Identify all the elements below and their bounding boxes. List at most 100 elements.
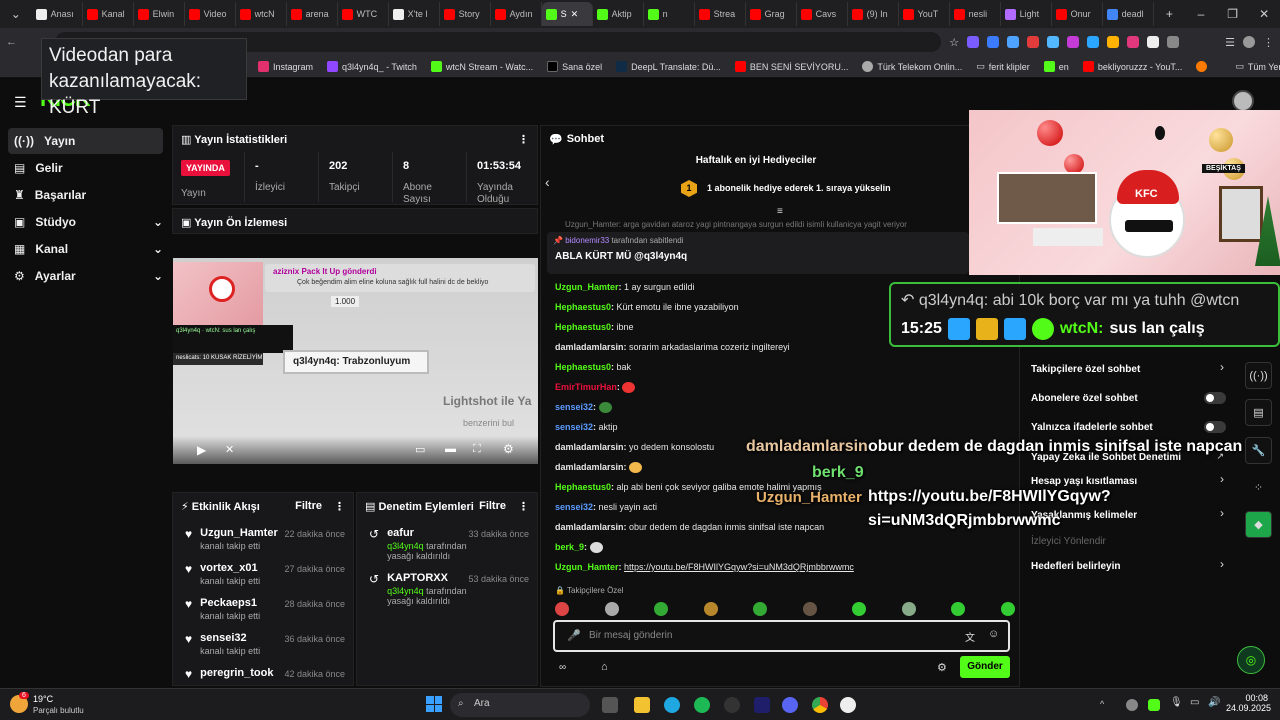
emote-icon[interactable]: [852, 602, 867, 616]
hamburger-menu-icon[interactable]: ☰: [14, 94, 27, 111]
browser-tab[interactable]: Onur: [1052, 2, 1103, 26]
browser-tab[interactable]: Cavs: [797, 2, 848, 26]
app-icon[interactable]: [724, 697, 740, 713]
emote-icon[interactable]: [654, 602, 669, 616]
chat-message[interactable]: berk_9:: [555, 542, 603, 554]
chat-username[interactable]: Hephaestus0: [555, 362, 611, 372]
pip-icon[interactable]: ▭: [415, 443, 425, 456]
close-window-button[interactable]: ✕: [1248, 0, 1280, 28]
chevron-left-icon[interactable]: ‹: [545, 174, 550, 190]
extension-icon[interactable]: [1027, 36, 1040, 48]
bookmark-folder[interactable]: ▭ ferit klipler: [976, 61, 1030, 72]
extension-icon[interactable]: [1127, 36, 1140, 48]
chat-username[interactable]: Hephaestus0: [555, 302, 611, 312]
pinned-message[interactable]: 📌 bidonemir33 tarafından sabitlendi ABLA…: [547, 232, 969, 274]
sidebar-item-yayin[interactable]: ((·)) Yayın: [8, 128, 163, 154]
moderation-user[interactable]: KAPTORXX: [387, 572, 467, 584]
settings-app-icon[interactable]: [664, 697, 680, 713]
toggle-switch[interactable]: [1204, 421, 1226, 433]
clock[interactable]: 00:08 24.09.2025: [1226, 693, 1271, 713]
play-icon[interactable]: ▶: [197, 443, 206, 457]
wrench-tool-icon[interactable]: 🔧: [1245, 437, 1272, 464]
chat-message[interactable]: Hephaestus0: ibne: [555, 322, 634, 332]
bookmark-x[interactable]: Sana özel: [547, 61, 602, 72]
extension-icon[interactable]: [1147, 36, 1160, 48]
media-player-icon[interactable]: [840, 697, 856, 713]
all-bookmarks[interactable]: ▭Tüm Yer İşaretleri: [1235, 61, 1280, 72]
bookmark-youtube[interactable]: BEN SENİ SEVİYORU...: [734, 61, 848, 72]
points-icon[interactable]: ∞: [559, 662, 566, 673]
chat-message[interactable]: damladamlarsin: sorarim arkadaslarima co…: [555, 342, 790, 352]
network-icon[interactable]: ▭: [1190, 697, 1199, 708]
bookmark-youtube-2[interactable]: bekliyoruzzz - YouT...: [1082, 61, 1182, 72]
sidebar-item-kanal[interactable]: ▦ Kanal ⌄: [8, 236, 163, 262]
browser-tab[interactable]: X'te l: [389, 2, 440, 26]
chat-username[interactable]: sensei32: [555, 502, 593, 512]
activity-user[interactable]: sensei32: [200, 632, 260, 644]
windows-start-icon[interactable]: [426, 696, 442, 712]
close-tab-icon[interactable]: ✕: [571, 9, 579, 20]
emote-icon[interactable]: [1000, 602, 1015, 616]
bookmark-turktelekom[interactable]: Türk Telekom Onlin...: [862, 61, 962, 72]
chat-username[interactable]: damladamlarsin: [555, 462, 624, 472]
emote-icon[interactable]: [753, 602, 768, 616]
filter-button[interactable]: Filtre: [479, 500, 506, 513]
browser-tab[interactable]: Aydın: [491, 2, 542, 26]
file-explorer-icon[interactable]: [634, 697, 650, 713]
more-options-icon[interactable]: ⋮: [334, 500, 345, 513]
chat-message[interactable]: EmirTimurHan:: [555, 382, 636, 394]
sidebar-item-basarilar[interactable]: ♜ Başarılar: [8, 182, 163, 208]
chat-message[interactable]: sensei32: nesli yayin acti: [555, 502, 657, 512]
chat-message[interactable]: sensei32: aktip: [555, 422, 618, 432]
browser-tab[interactable]: Elwin: [134, 2, 185, 26]
chat-message[interactable]: Hephaestus0: Kürt emotu ile ibne yazabil…: [555, 302, 739, 312]
bookmark-star-icon[interactable]: ☆: [949, 36, 959, 49]
app-icon[interactable]: ◆: [1245, 511, 1272, 538]
browser-tab[interactable]: (9) In: [848, 2, 899, 26]
emote-icon[interactable]: [802, 602, 817, 616]
chat-settings-icon[interactable]: ⚙: [937, 661, 947, 674]
chat-message[interactable]: Uzgun_Hamter: 1 ay surgun edildi: [555, 282, 695, 292]
browser-tab[interactable]: S ✕: [541, 2, 593, 26]
browser-tab[interactable]: arena: [287, 2, 338, 26]
bookmark-kick[interactable]: wtcN Stream - Watc...: [430, 61, 533, 72]
chat-username[interactable]: damladamlarsin: [555, 342, 624, 352]
kick-float-icon[interactable]: ◎: [1237, 646, 1265, 674]
chat-username[interactable]: Hephaestus0: [555, 322, 611, 332]
settings-icon[interactable]: ⚙: [503, 442, 514, 456]
store-icon[interactable]: ⌂: [601, 661, 608, 673]
extension-icon[interactable]: [987, 36, 1000, 48]
chat-message[interactable]: damladamlarsin: yo dedem konsolostu: [555, 442, 714, 452]
emote-icon[interactable]: [951, 602, 966, 616]
tab-search-icon[interactable]: ⌄: [0, 0, 32, 28]
menu-icon[interactable]: ☰: [1225, 36, 1235, 49]
discord-icon[interactable]: [782, 697, 798, 713]
chat-setting-item[interactable]: Takipçilere özel sohbet: [1031, 364, 1140, 375]
filter-button[interactable]: Filtre: [295, 500, 322, 513]
expand-icon[interactable]: ≡: [777, 206, 783, 217]
chat-username[interactable]: EmirTimurHan: [555, 382, 617, 392]
broadcast-tool-icon[interactable]: ((·)): [1245, 362, 1272, 389]
chat-setting-item[interactable]: Yalnızca ifadelerle sohbet: [1031, 422, 1153, 433]
emote-icon[interactable]: [555, 602, 569, 616]
more-menu-icon[interactable]: ⋮: [1263, 36, 1274, 49]
sidebar-item-gelir[interactable]: ▤ Gelir: [8, 155, 163, 181]
chat-username[interactable]: sensei32: [555, 422, 593, 432]
user-avatar[interactable]: [1232, 90, 1254, 112]
task-view-icon[interactable]: [602, 697, 618, 713]
extension-icon[interactable]: [1107, 36, 1120, 48]
chat-username[interactable]: sensei32: [555, 402, 593, 412]
microphone-tray-icon[interactable]: 🎙: [1170, 697, 1183, 708]
activity-user[interactable]: Peckaeps1: [200, 597, 260, 609]
volume-icon[interactable]: 🔊: [1208, 697, 1220, 708]
chat-username[interactable]: damladamlarsin: [555, 522, 624, 532]
sidebar-item-studyo[interactable]: ▣ Stüdyo ⌄: [8, 209, 163, 235]
back-icon[interactable]: ←: [6, 36, 17, 48]
microphone-icon[interactable]: 🎤: [567, 629, 581, 642]
profile-avatar[interactable]: [1243, 36, 1255, 48]
toggle-switch[interactable]: [1204, 392, 1226, 404]
activity-user[interactable]: Uzgun_Hamter: [200, 527, 278, 539]
chat-setting-item[interactable]: Abonelere özel sohbet: [1031, 393, 1138, 404]
browser-tab[interactable]: deadl: [1103, 2, 1154, 26]
chat-setting-item[interactable]: Hedefleri belirleyin: [1031, 561, 1120, 572]
